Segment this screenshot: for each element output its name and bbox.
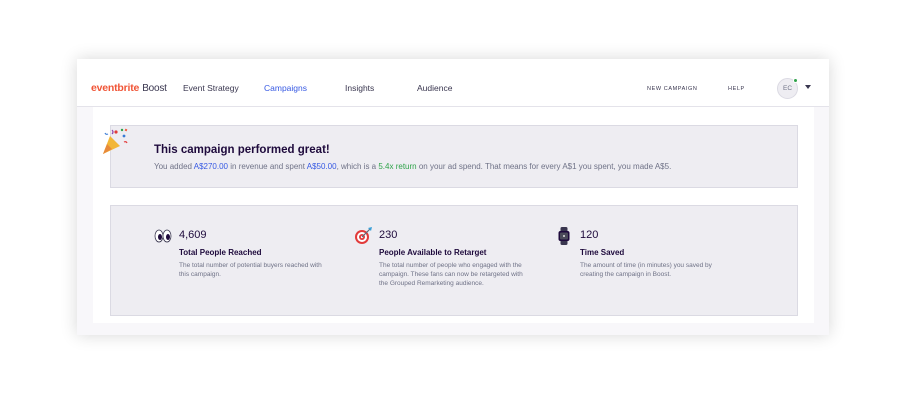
stats-card: 4,609 Total People Reached The total num… — [110, 205, 798, 316]
help-link[interactable]: HELP — [728, 86, 745, 92]
nav-campaigns[interactable]: Campaigns — [264, 83, 307, 94]
performance-description: You added A$270.00 in revenue and spent … — [154, 162, 671, 171]
campaign-content: This campaign performed great! You added… — [93, 107, 814, 323]
brand-logo[interactable]: eventbrite Boost — [91, 82, 167, 95]
spend-value: A$50.00 — [306, 162, 337, 171]
watch-icon — [554, 226, 574, 246]
revenue-value: A$270.00 — [193, 162, 229, 171]
return-value: 5.4x return — [378, 162, 417, 171]
stat-description: The total number of people who engaged w… — [379, 262, 523, 287]
avatar[interactable]: EC — [777, 78, 798, 99]
performance-text: You added — [154, 162, 194, 171]
target-icon — [353, 226, 373, 246]
eyes-icon — [153, 226, 173, 246]
stat-value: 120 — [580, 229, 599, 241]
stat-label: Time Saved — [580, 248, 625, 257]
app-window: eventbrite Boost Event Strategy Campaigns… — [77, 59, 829, 335]
stat-value: 230 — [379, 229, 398, 241]
performance-text: , which is a — [336, 162, 379, 171]
brand-logo-text: eventbrite — [91, 82, 140, 94]
nav-event-strategy[interactable]: Event Strategy — [183, 83, 239, 94]
nav-insights[interactable]: Insights — [345, 83, 374, 94]
online-status-indicator — [793, 78, 798, 83]
top-navigation-bar: eventbrite Boost Event Strategy Campaigns… — [77, 59, 829, 107]
stat-description: The total number of potential buyers rea… — [179, 262, 322, 278]
performance-title: This campaign performed great! — [154, 144, 330, 156]
brand-product-name: Boost — [142, 83, 167, 94]
nav-audience[interactable]: Audience — [417, 83, 452, 94]
new-campaign-link[interactable]: NEW CAMPAIGN — [647, 86, 698, 92]
performance-text: on your ad spend. That means for every A… — [416, 162, 672, 171]
avatar-initials: EC — [782, 85, 793, 92]
stat-label: People Available to Retarget — [379, 248, 487, 257]
party-popper-icon — [100, 126, 130, 156]
stat-description: The amount of time (in minutes) you save… — [580, 262, 712, 278]
chevron-down-icon[interactable] — [805, 85, 811, 89]
stat-label: Total People Reached — [179, 248, 262, 257]
performance-text: in revenue and spent — [228, 162, 307, 171]
stat-value: 4,609 — [179, 229, 207, 241]
performance-summary-card: This campaign performed great! You added… — [110, 125, 798, 188]
